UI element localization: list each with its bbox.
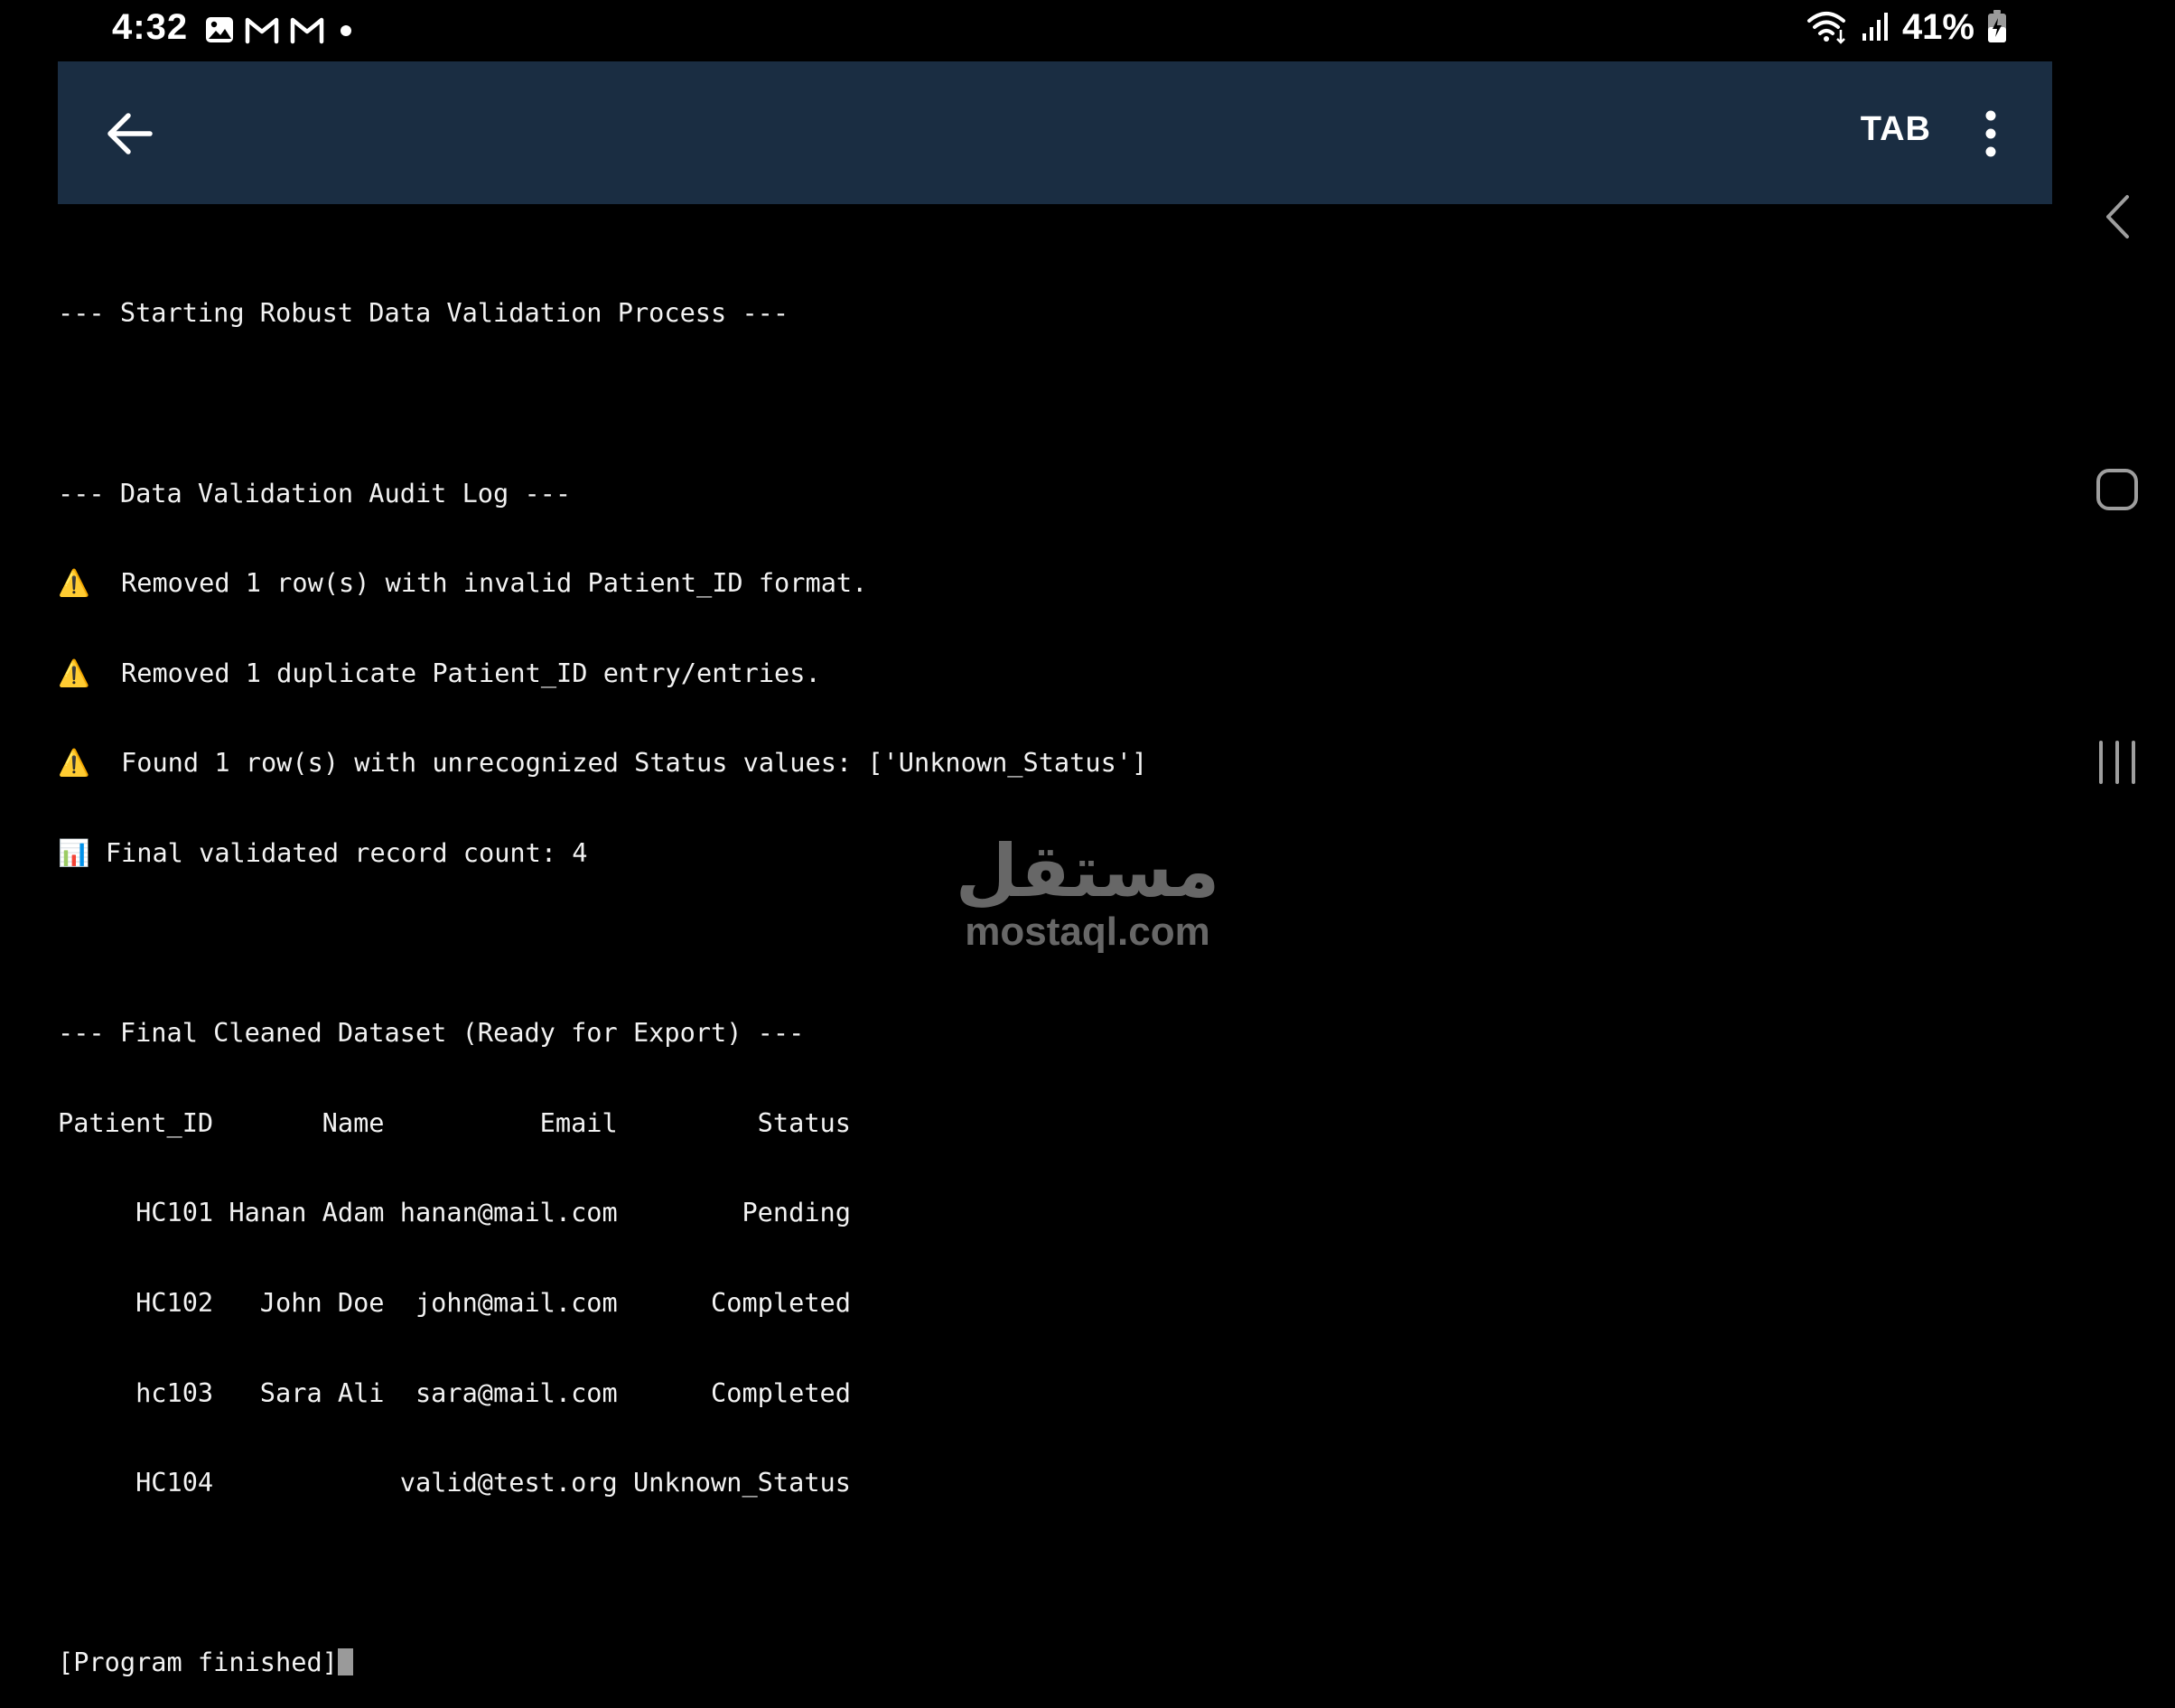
more-vertical-icon <box>1985 110 1996 157</box>
terminal-output[interactable]: --- Starting Robust Data Validation Proc… <box>58 238 2045 1708</box>
arrow-left-icon <box>107 113 153 154</box>
table-row: HC104 valid@test.org Unknown_Status <box>58 1467 851 1498</box>
terminal-line: ⚠️ Found 1 row(s) with unrecognized Stat… <box>58 747 1148 779</box>
navigation-bar <box>2059 0 2175 975</box>
more-options-button[interactable] <box>1965 105 2016 163</box>
mostaql-watermark-logo: مستقل mostaql.com <box>903 831 1272 952</box>
nav-recents-button[interactable] <box>2059 726 2175 798</box>
table-row: HC101 Hanan Adam hanan@mail.com Pending <box>58 1197 851 1228</box>
gmail-icon <box>244 15 280 48</box>
back-button[interactable] <box>98 101 163 166</box>
terminal-line: --- Final Cleaned Dataset (Ready for Exp… <box>58 1017 805 1049</box>
status-time: 4:32 <box>112 7 189 47</box>
terminal-line: ⚠️ Removed 1 duplicate Patient_ID entry/… <box>58 657 821 688</box>
table-header: Patient_ID Name Email Status <box>58 1106 851 1138</box>
tab-button[interactable]: TAB <box>1861 110 1931 149</box>
system-icons: 41% <box>1806 7 2007 48</box>
terminal-final-line: [Program finished] <box>58 1647 2045 1677</box>
app-bar: TAB <box>58 61 2052 204</box>
table-row: hc103 Sara Ali sara@mail.com Completed <box>58 1377 851 1408</box>
program-finished-text: [Program finished] <box>58 1647 338 1678</box>
text-cursor <box>337 1648 353 1676</box>
battery-percent: 41% <box>1901 7 1974 47</box>
dot-icon <box>334 18 358 45</box>
nav-back-button[interactable] <box>2059 181 2175 253</box>
home-square-icon <box>2096 469 2138 510</box>
wifi-icon <box>1806 8 1848 48</box>
notification-icons <box>204 14 358 49</box>
watermark-latin-text: mostaql.com <box>965 910 1210 954</box>
recents-icon <box>2099 741 2135 784</box>
battery-charging-icon <box>1987 9 2007 47</box>
signal-icon <box>1861 10 1890 46</box>
terminal-line: ⚠️ Removed 1 row(s) with invalid Patient… <box>58 567 868 599</box>
watermark-arabic-text: مستقل <box>955 829 1220 913</box>
terminal-line: --- Starting Robust Data Validation Proc… <box>58 297 789 329</box>
image-icon <box>204 14 235 49</box>
chevron-left-icon <box>2106 195 2129 238</box>
table-row: HC102 John Doe john@mail.com Completed <box>58 1286 851 1318</box>
terminal-line: --- Data Validation Audit Log --- <box>58 477 572 509</box>
nav-home-button[interactable] <box>2059 453 2175 526</box>
status-bar: 4:32 41% <box>0 0 2050 61</box>
gmail-icon <box>289 15 325 48</box>
